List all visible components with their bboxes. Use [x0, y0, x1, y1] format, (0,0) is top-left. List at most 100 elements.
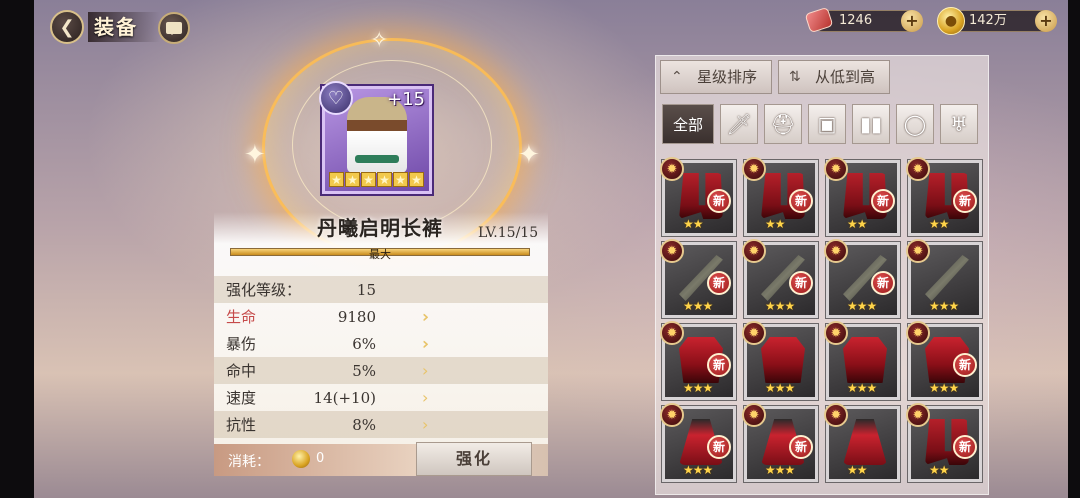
item-stars: ★★★ [683, 299, 713, 313]
sort-by-star-button[interactable]: ⌃ 星级排序 [660, 60, 772, 94]
stat-value: 9180 [337, 307, 376, 326]
sparkle-icon: ✦ [518, 140, 540, 170]
stat-label: 强化等级： [226, 281, 302, 299]
item-stars: ★★★ [765, 463, 795, 477]
stat-row-enhance: 强化等级： 15 [214, 276, 548, 303]
inventory-slot[interactable]: ✹ 新 ★★★ [742, 239, 818, 318]
back-button[interactable]: ❮ [50, 10, 84, 44]
stat-value: 15 [356, 280, 376, 299]
inventory-slot[interactable]: ✹ 新 ★★ [906, 403, 982, 482]
stat-row-accuracy: 命中 5% › [214, 357, 548, 384]
inventory-slot[interactable]: ✹ 新 ★★ [660, 157, 736, 236]
new-badge: 新 [789, 435, 813, 459]
inventory-slot[interactable]: ✹ 新 ★★ [824, 157, 900, 236]
rarity-badge-icon: ✹ [742, 157, 766, 181]
stat-row-resistance: 抗性 8% › [214, 411, 548, 438]
inventory-slot[interactable]: ✹ 新 ★★★ [660, 239, 736, 318]
right-letterbox [1068, 0, 1080, 498]
new-badge: 新 [871, 189, 895, 213]
ticket-amount: 1246 [839, 13, 873, 28]
filter-all[interactable]: 全部 [662, 104, 714, 144]
inventory-slot[interactable]: ✹ ★★ [824, 403, 900, 482]
sort-order-label: 从低到高 [815, 68, 876, 86]
new-badge: 新 [707, 271, 731, 295]
new-badge: 新 [789, 189, 813, 213]
amulet-icon: ♅ [950, 112, 968, 136]
filter-boots[interactable]: ▮▮ [852, 104, 890, 144]
gold-currency: ● 142万 + [937, 7, 1057, 35]
chevron-up-icon: ⌃ [671, 69, 683, 85]
stat-table: 强化等级： 15 生命 9180 ››› 暴伤 6% ››› 命中 5% › 速… [214, 276, 548, 438]
rarity-badge-icon: ✹ [742, 403, 766, 427]
chat-button[interactable] [158, 12, 190, 44]
rarity-badge-icon: ✹ [742, 239, 766, 263]
rarity-badge-icon: ✹ [906, 239, 930, 263]
rarity-badge-icon: ✹ [660, 157, 684, 181]
inventory-slot[interactable]: ✹ 新 ★★★ [824, 239, 900, 318]
inventory-slot[interactable]: ✹ ★★★ [824, 321, 900, 400]
filter-helmet[interactable]: ⛑ [764, 104, 802, 144]
sword-icon [925, 255, 969, 301]
sort-by-star-label: 星级排序 [697, 68, 758, 86]
item-stars: ★★ [847, 217, 867, 231]
stat-value: 6% [352, 334, 376, 353]
inventory-slot[interactable]: ✹ ★★★ [742, 321, 818, 400]
star-icon: ★ [377, 172, 392, 187]
chevron-left-icon: ❮ [59, 16, 75, 38]
stat-label: 速度 [226, 389, 257, 407]
filter-tabs: 全部 🗡 ⛑ ▣ ▮▮ ◯ ♅ [662, 104, 978, 144]
stat-label: 生命 [226, 308, 257, 326]
xp-label: 最大 [369, 248, 391, 261]
stat-label: 暴伤 [226, 335, 257, 353]
inventory-slot[interactable]: ✹ ★★★ [906, 239, 982, 318]
rarity-badge-icon: ✹ [660, 321, 684, 345]
filter-ring[interactable]: ◯ [896, 104, 934, 144]
rarity-badge-icon: ✹ [742, 321, 766, 345]
inventory-grid: ✹ 新 ★★ ✹ 新 ★★ ✹ 新 ★★ ✹ 新 ★★ ✹ 新 ★★★ ✹ 新 ★★★ ✹ 新 ★★★ ✹ ★★★ ✹ 新 ★★★… [660, 157, 982, 482]
inventory-slot[interactable]: ✹ 新 ★★★ [660, 321, 736, 400]
new-badge: 新 [707, 353, 731, 377]
new-badge: 新 [953, 189, 977, 213]
inventory-slot[interactable]: ✹ 新 ★★★ [660, 403, 736, 482]
enhance-button[interactable]: 强化 [416, 442, 532, 476]
gold-coin-icon: ● [937, 7, 965, 35]
inventory-slot[interactable]: ✹ 新 ★★ [906, 157, 982, 236]
filter-amulet[interactable]: ♅ [940, 104, 978, 144]
item-stars: ★★ [847, 463, 867, 477]
armor-icon [843, 337, 887, 383]
rarity-badge-icon: ✹ [660, 403, 684, 427]
sparkle-icon: ✧ [370, 28, 389, 53]
item-stars: ★★ [765, 217, 785, 231]
heart-icon: ♡ [319, 81, 353, 115]
stat-row-crit-damage: 暴伤 6% ››› [214, 330, 548, 357]
item-stars: ★★★ [683, 463, 713, 477]
filter-armor[interactable]: ▣ [808, 104, 846, 144]
add-gold-button[interactable]: + [1035, 10, 1057, 32]
inventory-slot[interactable]: ✹ 新 ★★ [742, 157, 818, 236]
add-ticket-button[interactable]: + [901, 10, 923, 32]
rarity-badge-icon: ✹ [824, 157, 848, 181]
sparkle-icon: ✦ [244, 140, 266, 170]
inventory-slot[interactable]: ✹ 新 ★★★ [742, 403, 818, 482]
cost-value: 0 [316, 451, 325, 466]
item-enhance-level: +15 [387, 89, 425, 110]
rarity-badge-icon: ✹ [824, 321, 848, 345]
item-stars: ★★★ [929, 381, 959, 395]
gold-amount: 142万 [969, 13, 1007, 28]
inventory-slot[interactable]: ✹ 新 ★★★ [906, 321, 982, 400]
item-portrait[interactable]: +15 ♡ ★ ★ ★ ★ ★ ★ [319, 81, 432, 194]
filter-weapon[interactable]: 🗡 [720, 104, 758, 144]
star-icon: ★ [361, 172, 376, 187]
item-stars: ★★★ [929, 299, 959, 313]
new-badge: 新 [871, 271, 895, 295]
cost-label: 消耗： [228, 454, 270, 470]
rarity-badge-icon: ✹ [824, 239, 848, 263]
helmet-icon: ⛑ [770, 112, 796, 136]
stat-row-speed: 速度 14(+10) › [214, 384, 548, 411]
rarity-badge-icon: ✹ [906, 321, 930, 345]
sort-order-button[interactable]: ⇅ 从低到高 [778, 60, 890, 94]
upgrade-arrows-icon: ››› [422, 334, 430, 353]
rarity-badge-icon: ✹ [660, 239, 684, 263]
gold-coin-icon [292, 450, 310, 468]
star-icon: ★ [345, 172, 360, 187]
